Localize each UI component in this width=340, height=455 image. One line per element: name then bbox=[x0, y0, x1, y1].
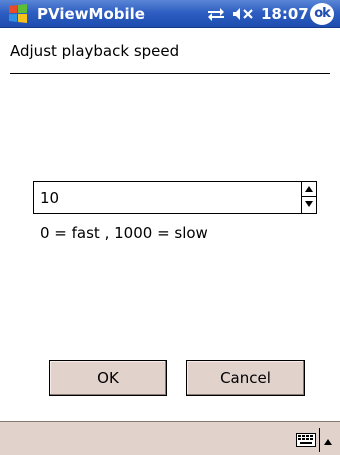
spin-up-button[interactable] bbox=[302, 182, 316, 197]
clock[interactable]: 18:07 bbox=[261, 5, 309, 23]
windows-start-icon[interactable] bbox=[6, 3, 30, 25]
menu-bar bbox=[0, 421, 340, 455]
connectivity-icon[interactable] bbox=[206, 7, 226, 21]
chevron-down-icon bbox=[305, 201, 313, 207]
app-title: PViewMobile bbox=[37, 5, 145, 23]
ok-button[interactable]: OK bbox=[49, 360, 167, 396]
title-bar: PViewMobile 18:07 ok bbox=[0, 0, 340, 28]
speed-input[interactable]: 10 bbox=[40, 189, 59, 207]
keyboard-icon[interactable] bbox=[296, 433, 316, 447]
page-title: Adjust playback speed bbox=[10, 42, 180, 60]
ok-icon[interactable]: ok bbox=[310, 3, 334, 25]
header-divider bbox=[10, 73, 330, 74]
volume-icon[interactable] bbox=[232, 7, 256, 21]
sip-arrow-icon[interactable] bbox=[323, 434, 333, 445]
speed-hint: 0 = fast , 1000 = slow bbox=[40, 224, 208, 242]
speed-spinner[interactable]: 10 bbox=[33, 181, 317, 214]
spin-buttons bbox=[301, 182, 316, 213]
sip-divider bbox=[319, 428, 320, 452]
cancel-button[interactable]: Cancel bbox=[186, 360, 305, 396]
spin-down-button[interactable] bbox=[302, 197, 316, 212]
chevron-up-icon bbox=[305, 186, 313, 192]
